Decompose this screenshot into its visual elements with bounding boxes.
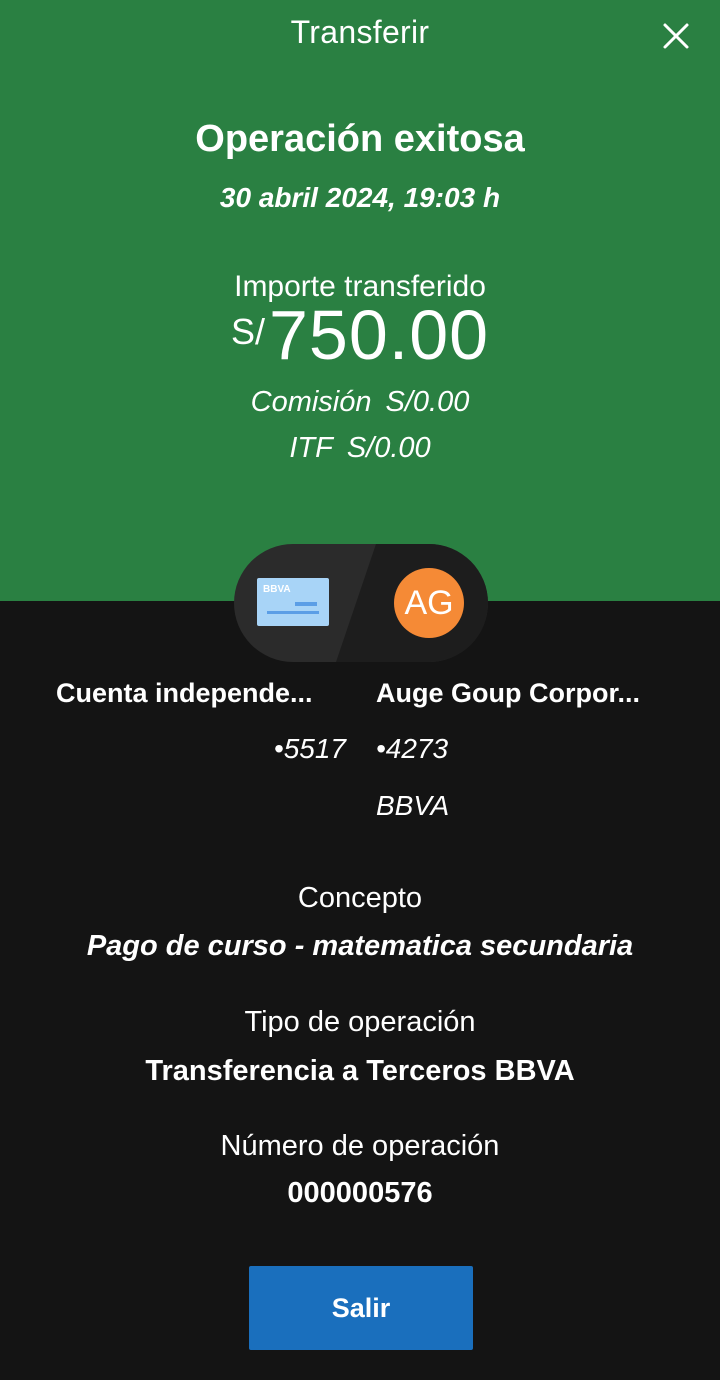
destination-bank: BBVA xyxy=(376,790,450,821)
destination-account-number: •4273 xyxy=(376,733,449,764)
operation-number-label: Número de operación xyxy=(220,1130,500,1162)
itf-line: ITF S/0.00 xyxy=(0,432,720,465)
commission-value: S/0.00 xyxy=(385,386,470,418)
card-brand-text: BBVA xyxy=(263,584,291,595)
transfer-receipt-screen: Transferir Operación exitosa 30 abril 20… xyxy=(0,0,720,1380)
success-header-panel: Transferir Operación exitosa 30 abril 20… xyxy=(0,0,720,601)
commission-line: Comisión S/0.00 xyxy=(0,386,720,419)
close-icon xyxy=(663,23,689,49)
operation-type-label: Tipo de operación xyxy=(244,1006,476,1038)
amount-display: S/750.00 xyxy=(0,300,720,370)
status-datetime: 30 abril 2024, 19:03 h xyxy=(219,182,501,213)
amount-currency: S/ xyxy=(230,311,265,352)
operation-number-value: 000000576 xyxy=(287,1177,433,1209)
recipient-avatar: AG xyxy=(394,568,464,638)
operation-type-value: Transferencia a Terceros BBVA xyxy=(145,1055,575,1087)
source-account-name: Cuenta independe... xyxy=(56,678,313,708)
bbva-card-icon: BBVA xyxy=(257,578,329,626)
source-account-number: •5517 xyxy=(273,733,346,764)
transfer-direction-pill: BBVA AG xyxy=(234,544,488,662)
concept-value: Pago de curso - matematica secundaria xyxy=(86,930,634,962)
itf-label: ITF xyxy=(289,432,333,464)
exit-button[interactable]: Salir xyxy=(249,1266,473,1350)
amount-value: 750.00 xyxy=(268,296,490,374)
concept-label: Concepto xyxy=(297,882,423,914)
header-title: Transferir xyxy=(290,14,430,50)
itf-value: S/0.00 xyxy=(346,432,431,464)
commission-label: Comisión xyxy=(250,386,372,418)
close-button[interactable] xyxy=(656,16,696,56)
status-title: Operación exitosa xyxy=(195,118,525,160)
destination-account-name: Auge Goup Corpor... xyxy=(376,678,640,708)
